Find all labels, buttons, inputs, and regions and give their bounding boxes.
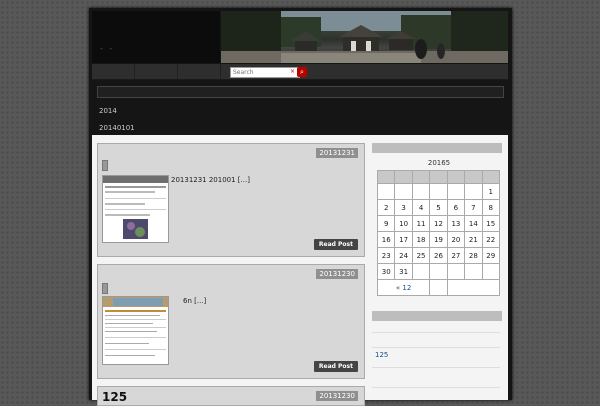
calendar-day bbox=[446, 183, 466, 200]
calendar-day: 26 bbox=[429, 247, 448, 264]
breadcrumb-bar bbox=[97, 86, 504, 98]
calendar-nav-spacer bbox=[429, 279, 448, 296]
post-card: 20131230 6n [...] Read Post bbox=[97, 264, 365, 379]
post-date: 20131231 bbox=[316, 148, 358, 158]
post-title[interactable]: 125 bbox=[102, 390, 127, 404]
sidebar-divider bbox=[372, 347, 500, 348]
calendar-day: 29 bbox=[481, 247, 501, 264]
calendar-week: 16 17 18 19 20 21 22 bbox=[376, 231, 501, 248]
calendar-day: 5 bbox=[429, 199, 448, 216]
calendar-day: 24 bbox=[394, 247, 413, 264]
post-card: 20131231 20131231 201001 [...] Read Post bbox=[97, 143, 365, 257]
calendar-day: 27 bbox=[446, 247, 466, 264]
weekday-header bbox=[376, 170, 396, 184]
post-card: 125 20131230 bbox=[97, 386, 365, 406]
sidebar-widget-header bbox=[372, 143, 502, 153]
calendar-day: 17 bbox=[394, 231, 413, 248]
calendar-day: 14 bbox=[464, 215, 483, 232]
blog-title[interactable]: - - bbox=[100, 44, 114, 53]
calendar-day bbox=[411, 263, 431, 280]
sidebar-divider bbox=[372, 387, 500, 388]
calendar-day: 4 bbox=[411, 199, 431, 216]
sidebar-divider bbox=[372, 367, 500, 368]
calendar-day: 15 bbox=[481, 215, 501, 232]
post-title-link[interactable] bbox=[102, 160, 108, 171]
sidebar-divider bbox=[372, 332, 500, 333]
calendar-week: 2 3 4 5 6 7 8 bbox=[376, 199, 501, 216]
weekday-header bbox=[481, 170, 501, 184]
calendar-day: 3 bbox=[394, 199, 413, 216]
calendar-next-cell bbox=[446, 279, 501, 296]
calendar-day bbox=[429, 263, 448, 280]
post-thumbnail[interactable] bbox=[102, 175, 169, 243]
header-logo-area bbox=[92, 11, 220, 63]
calendar-nav-row: « 12 bbox=[376, 279, 501, 296]
archive-subtitle: 20140101 bbox=[99, 124, 135, 132]
header-banner-image bbox=[221, 11, 508, 63]
nav-item[interactable] bbox=[92, 64, 135, 79]
calendar-day: 23 bbox=[376, 247, 396, 264]
calendar-caption: 20165 bbox=[427, 159, 451, 167]
weekday-header bbox=[446, 170, 466, 184]
calendar-day bbox=[464, 263, 483, 280]
post-excerpt: 20131231 201001 [...] bbox=[171, 176, 250, 184]
calendar-day bbox=[411, 183, 431, 200]
calendar-day: 6 bbox=[446, 199, 466, 216]
weekday-header bbox=[464, 170, 483, 184]
calendar-day bbox=[429, 183, 448, 200]
calendar-week: 1 bbox=[376, 183, 501, 200]
calendar-day: 28 bbox=[464, 247, 483, 264]
post-date: 20131230 bbox=[316, 269, 358, 279]
calendar-day bbox=[464, 183, 483, 200]
post-title-link[interactable] bbox=[102, 283, 108, 294]
calendar-week: 9 10 11 12 13 14 15 bbox=[376, 215, 501, 232]
weekday-header bbox=[411, 170, 431, 184]
calendar-day: 22 bbox=[481, 231, 501, 248]
weekday-header bbox=[429, 170, 448, 184]
calendar-day: 13 bbox=[446, 215, 466, 232]
calendar-day: 1 bbox=[481, 183, 501, 200]
calendar-day: 11 bbox=[411, 215, 431, 232]
calendar-day: 16 bbox=[376, 231, 396, 248]
calendar-day bbox=[481, 263, 501, 280]
search-clear-icon[interactable]: × bbox=[290, 67, 296, 77]
calendar-day: 31 bbox=[394, 263, 413, 280]
calendar-day: 9 bbox=[376, 215, 396, 232]
weekday-header bbox=[394, 170, 413, 184]
calendar-day: 20 bbox=[446, 231, 466, 248]
sidebar-link[interactable]: 125 bbox=[375, 351, 388, 359]
post-thumbnail[interactable] bbox=[102, 296, 169, 365]
calendar-day: 7 bbox=[464, 199, 483, 216]
calendar-day: 2 bbox=[376, 199, 396, 216]
archive-title: 2014 bbox=[99, 107, 117, 115]
calendar-day: 30 bbox=[376, 263, 396, 280]
calendar-day bbox=[376, 183, 396, 200]
calendar-day bbox=[394, 183, 413, 200]
calendar-day: 19 bbox=[429, 231, 448, 248]
calendar-prev-link[interactable]: « 12 bbox=[376, 279, 431, 296]
calendar-week: 30 31 bbox=[376, 263, 501, 280]
calendar-header-row bbox=[376, 170, 501, 184]
calendar-table: 1 2 3 4 5 6 7 8 9 10 11 12 13 14 15 16 1… bbox=[376, 170, 501, 296]
nav-item[interactable] bbox=[178, 64, 221, 79]
calendar-day: 18 bbox=[411, 231, 431, 248]
calendar-day: 12 bbox=[429, 215, 448, 232]
calendar-day: 25 bbox=[411, 247, 431, 264]
sidebar-widget-header bbox=[372, 311, 502, 321]
calendar-day: 8 bbox=[481, 199, 501, 216]
calendar-day: 10 bbox=[394, 215, 413, 232]
calendar-day bbox=[446, 263, 466, 280]
read-more-button[interactable]: Read Post bbox=[313, 361, 358, 372]
nav-item[interactable] bbox=[135, 64, 178, 79]
search-icon[interactable]: ⌕ bbox=[297, 67, 307, 77]
read-more-button[interactable]: Read Post bbox=[313, 239, 358, 250]
calendar-week: 23 24 25 26 27 28 29 bbox=[376, 247, 501, 264]
calendar-day: 21 bbox=[464, 231, 483, 248]
post-excerpt: 6n [...] bbox=[183, 297, 207, 305]
